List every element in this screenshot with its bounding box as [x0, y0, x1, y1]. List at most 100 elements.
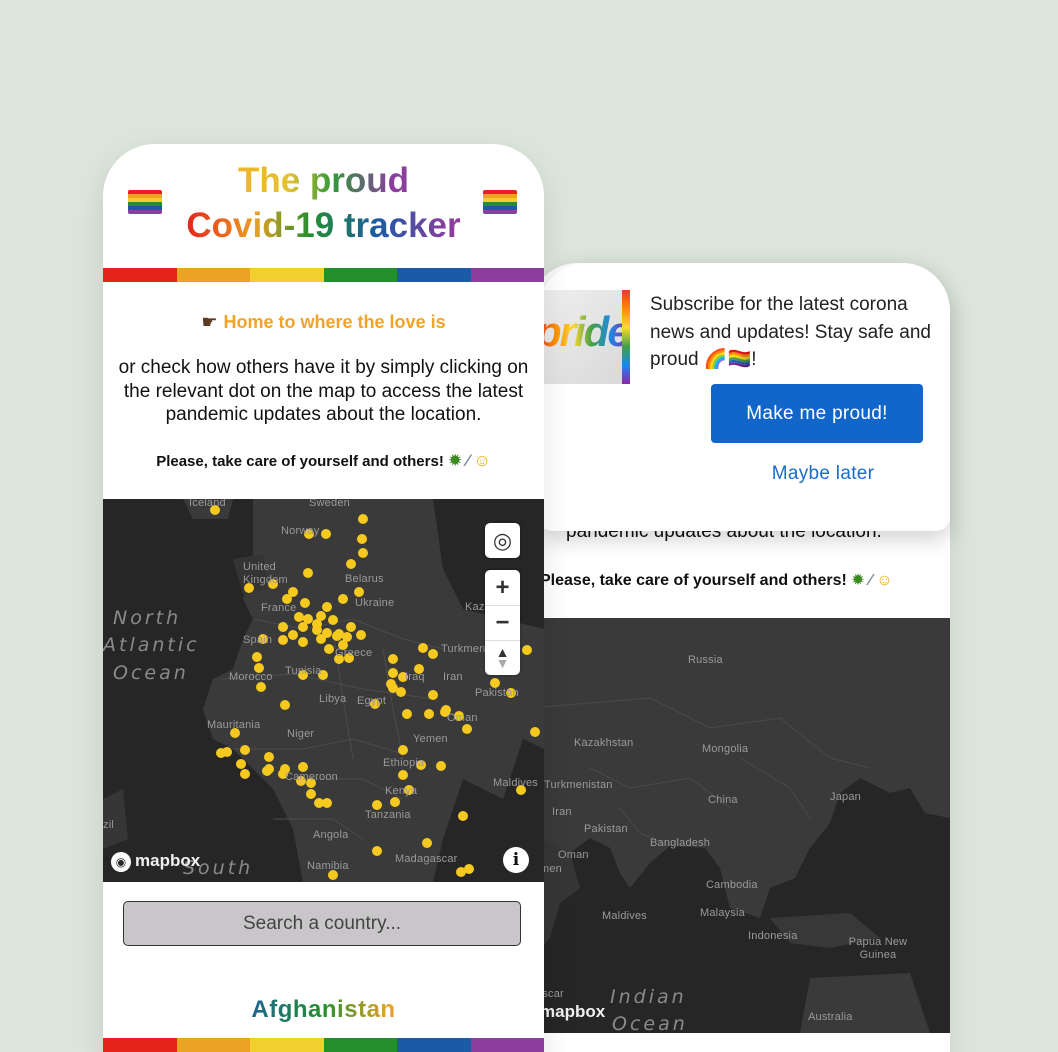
mapbox-mark-icon: ◉	[111, 851, 131, 872]
tracker-screen: The proud Covid-19 tracker ☛ Home to wher…	[103, 144, 544, 1052]
case-dot[interactable]	[332, 631, 342, 641]
case-dot[interactable]	[428, 690, 438, 700]
case-dot[interactable]	[436, 761, 446, 771]
map-label-tanzania: Tanzania	[365, 809, 411, 821]
world-map[interactable]: Iceland Sweden Norway United Kingdom Bel…	[103, 499, 544, 882]
compass-icon[interactable]: ▲ ▼	[485, 640, 520, 675]
case-dot[interactable]	[418, 643, 428, 653]
info-icon[interactable]: i	[503, 847, 529, 873]
case-dot[interactable]	[328, 615, 338, 625]
case-dot[interactable]	[240, 745, 250, 755]
case-dot[interactable]	[322, 798, 332, 808]
case-dot[interactable]	[338, 594, 348, 604]
mapbox-logo[interactable]: ◉ mapbox	[111, 851, 200, 872]
map-label-norway: Norway	[281, 525, 320, 537]
case-dot[interactable]	[264, 752, 274, 762]
case-dot[interactable]	[462, 724, 472, 734]
case-dot[interactable]	[298, 622, 308, 632]
case-dot[interactable]	[240, 769, 250, 779]
case-dot[interactable]	[262, 766, 272, 776]
pointing-hand-icon: ☛	[201, 312, 218, 332]
ocean-label-ocean: Ocean	[612, 1013, 688, 1033]
zoom-in-icon[interactable]: +	[485, 570, 520, 605]
case-dot[interactable]	[530, 727, 540, 737]
rainbow-icon: 🌈🏳️‍🌈!	[703, 349, 757, 370]
case-dot[interactable]	[402, 709, 412, 719]
ocean-label-indian: Indian	[610, 986, 687, 1008]
subscribe-message: Subscribe for the latest corona news and…	[650, 291, 935, 374]
case-dot[interactable]	[306, 789, 316, 799]
case-dot[interactable]	[424, 709, 434, 719]
map-label-indonesia: Indonesia	[748, 930, 798, 942]
case-dot[interactable]	[346, 622, 356, 632]
case-dot[interactable]	[358, 514, 368, 524]
case-dot[interactable]	[428, 649, 438, 659]
zoom-out-icon[interactable]: −	[485, 605, 520, 640]
map-label-iraq: Iraq	[405, 671, 425, 683]
case-dot[interactable]	[458, 811, 468, 821]
map-label-greece: Greece	[335, 647, 373, 659]
maybe-later-button[interactable]: Maybe later	[711, 459, 935, 489]
case-dot[interactable]	[288, 630, 298, 640]
map-label-australia: Australia	[808, 1011, 853, 1023]
case-dot[interactable]	[346, 559, 356, 569]
map-label-france: France	[261, 602, 297, 614]
case-dot[interactable]	[298, 637, 308, 647]
ocean-label-north: North	[113, 607, 182, 629]
case-dot[interactable]	[354, 587, 364, 597]
map-label-morocco: Morocco	[229, 671, 273, 683]
case-dot[interactable]	[321, 529, 331, 539]
case-dot[interactable]	[300, 598, 310, 608]
case-dot[interactable]	[312, 625, 322, 635]
map-label-papua-new-guinea: Papua New Guinea	[848, 936, 908, 961]
case-dot[interactable]	[236, 759, 246, 769]
case-dot[interactable]	[222, 747, 232, 757]
case-dot[interactable]	[278, 622, 288, 632]
geolocate-control[interactable]: ◎	[485, 523, 520, 558]
case-dot[interactable]	[398, 770, 408, 780]
case-dot[interactable]	[522, 645, 532, 655]
case-dot[interactable]	[278, 635, 288, 645]
asia-map[interactable]: Russia Kazakhstan Mongolia Turkmenistan …	[530, 618, 950, 1033]
country-search-input[interactable]: Search a country...	[123, 901, 521, 946]
case-dot[interactable]	[357, 534, 367, 544]
map-label-spain: Spain	[243, 634, 273, 646]
map-label-oman: Oman	[447, 712, 478, 724]
case-dot[interactable]	[464, 864, 474, 874]
pride-image-word: pride	[542, 308, 630, 356]
case-dot[interactable]	[386, 679, 396, 689]
locate-icon[interactable]: ◎	[485, 523, 520, 558]
case-dot[interactable]	[316, 634, 326, 644]
case-dot[interactable]	[422, 838, 432, 848]
map-label-kazakhstan-partial: Kaz	[465, 601, 485, 613]
case-dot[interactable]	[390, 797, 400, 807]
case-dot[interactable]	[396, 687, 406, 697]
ocean-label-atlantic: Atlantic	[103, 634, 200, 656]
map-label-iran: Iran	[443, 671, 463, 683]
ocean-label-ocean: Ocean	[113, 662, 189, 684]
care-message: Please, take care of yourself and others…	[540, 570, 893, 590]
case-dot[interactable]	[358, 548, 368, 558]
case-dot[interactable]	[256, 682, 266, 692]
mapbox-logo[interactable]: mapbox	[540, 1002, 605, 1022]
case-dot[interactable]	[252, 652, 262, 662]
care-message: Please, take care of yourself and others…	[103, 451, 544, 471]
map-label-pakistan: Pakistan	[584, 823, 628, 835]
map-label-namibia: Namibia	[307, 860, 349, 872]
current-country-label: Afghanistan	[103, 996, 544, 1024]
case-dot[interactable]	[280, 700, 290, 710]
map-label-cambodia: Cambodia	[706, 879, 758, 891]
case-dot[interactable]	[303, 568, 313, 578]
map-label-cameroon: Cameroon	[285, 771, 338, 783]
map-label-sweden: Sweden	[309, 499, 350, 509]
case-dot[interactable]	[388, 654, 398, 664]
home-link[interactable]: ☛ Home to where the love is	[103, 312, 544, 333]
case-dot[interactable]	[324, 644, 334, 654]
virus-icon: ✹	[851, 572, 865, 589]
case-dot[interactable]	[388, 668, 398, 678]
case-dot[interactable]	[322, 602, 332, 612]
case-dot[interactable]	[356, 630, 366, 640]
case-dot[interactable]	[372, 846, 382, 856]
make-me-proud-button[interactable]: Make me proud!	[711, 384, 923, 443]
case-dot[interactable]	[398, 745, 408, 755]
